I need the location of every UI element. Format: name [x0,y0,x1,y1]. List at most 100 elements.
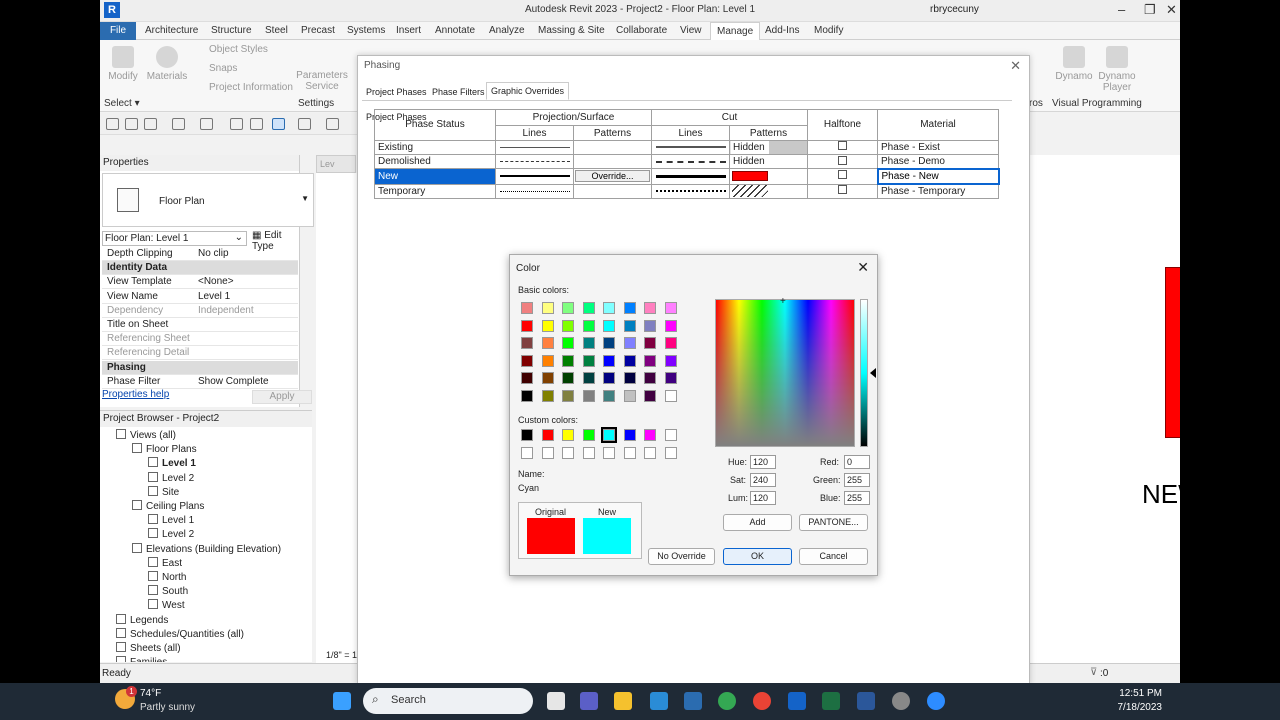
property-row[interactable]: Depth Clipping No clip [102,247,298,261]
basic-color-swatch[interactable] [664,354,677,367]
material-cell[interactable]: Phase - New [876,167,1000,186]
ok-button[interactable]: OK [723,548,792,565]
basic-color-swatch[interactable] [603,337,615,349]
dynamo-player-button[interactable]: Dynamo Player [1094,46,1140,93]
sat-field[interactable]: 240 [750,473,776,487]
spectrum-crosshair-icon[interactable]: + [780,296,786,307]
custom-color-swatch[interactable] [562,446,574,459]
settings-icon[interactable] [892,692,910,710]
user-name[interactable]: rbrycecuny [930,4,979,15]
custom-color-swatch[interactable] [521,446,533,459]
tab-annotate[interactable]: Annotate [435,25,475,36]
basic-color-swatch[interactable] [582,337,595,349]
basic-color-swatch[interactable] [603,372,615,384]
revit-taskbar-icon[interactable] [788,692,806,710]
basic-color-swatch[interactable] [541,337,554,349]
parameters-service-button[interactable]: Parameters Service [296,70,348,92]
basic-color-swatch[interactable] [541,354,554,367]
project-information-button[interactable]: Project Information [194,82,293,93]
restore-icon[interactable]: ❐ [1144,2,1156,18]
custom-color-swatch[interactable] [541,429,554,441]
cut-patterns-cell[interactable] [729,168,808,185]
basic-color-swatch[interactable] [644,372,656,384]
basic-color-swatch[interactable] [541,372,554,384]
properties-help-link[interactable]: Properties help [102,389,169,400]
property-value[interactable]: No clip [198,248,229,259]
custom-color-swatch[interactable] [541,446,554,459]
green-field[interactable]: 255 [844,473,870,487]
override-button[interactable]: Override... [575,170,650,183]
basic-color-swatch[interactable] [562,354,574,367]
taskbar-search[interactable]: ⌕ Search [363,688,533,714]
proj-patterns-cell[interactable] [573,139,652,155]
basic-color-swatch[interactable] [582,302,595,314]
tab-steel[interactable]: Steel [265,25,288,36]
halftone-cell[interactable] [807,168,878,185]
browser-tree-item[interactable]: Site [148,485,179,498]
custom-color-swatch[interactable] [644,429,656,441]
basic-color-swatch[interactable] [664,337,677,349]
mail-icon[interactable] [650,692,668,710]
cut-patterns-cell[interactable]: Hidden [729,153,808,170]
basic-color-swatch[interactable] [623,337,636,349]
dynamo-button[interactable]: Dynamo [1054,46,1094,82]
property-row[interactable]: Referencing Detail [102,346,298,361]
clock-date[interactable]: 7/18/2023 [1112,702,1163,713]
property-row[interactable]: View Template <None> [102,275,298,290]
tab-structure[interactable]: Structure [211,25,252,36]
basic-color-swatch[interactable] [521,337,533,349]
basic-color-swatch[interactable] [521,389,533,402]
property-group-header[interactable]: Phasing [102,360,298,375]
materials-button[interactable]: Materials [146,46,188,82]
custom-color-swatch[interactable] [582,429,595,441]
custom-color-swatch[interactable] [664,446,677,459]
basic-color-swatch[interactable] [603,319,615,332]
browser-tree-item[interactable]: Families [116,656,167,662]
luminance-arrow-icon[interactable] [870,368,876,378]
tab-add-ins[interactable]: Add-Ins [765,25,799,36]
custom-color-swatch[interactable] [582,446,595,459]
basic-color-swatch[interactable] [664,319,677,332]
start-icon[interactable] [333,692,351,710]
basic-color-swatch[interactable] [562,319,574,332]
browser-tree-item[interactable]: East [148,556,182,569]
print-icon[interactable] [230,118,243,130]
browser-tree-item[interactable]: Elevations (Building Elevation) [132,542,281,555]
material-cell[interactable]: Phase - Demo [877,153,999,170]
basic-color-swatch[interactable] [521,319,533,332]
weather-desc[interactable]: Partly sunny [140,702,195,713]
halftone-checkbox[interactable] [838,155,847,165]
tab-manage[interactable]: Manage [710,22,761,40]
basic-color-swatch[interactable] [644,337,656,349]
custom-color-swatch[interactable] [664,429,677,441]
basic-color-swatch[interactable] [603,389,615,402]
sync-icon[interactable] [144,118,157,130]
cut-patterns-cell[interactable]: Hidden [729,139,808,155]
basic-color-swatch[interactable] [644,354,656,367]
basic-color-swatch[interactable] [562,372,574,384]
apply-button[interactable]: Apply [252,390,312,404]
proj-patterns-cell[interactable] [573,153,652,170]
property-value[interactable]: Show Complete [198,376,269,387]
tab-collaborate[interactable]: Collaborate [616,25,667,36]
phase-row-temporary[interactable]: Temporary Phase - Temporary [374,183,999,200]
basic-color-swatch[interactable] [541,302,554,314]
cut-lines-cell[interactable] [651,153,730,170]
custom-color-swatch[interactable] [644,446,656,459]
basic-color-swatch[interactable] [623,389,636,402]
proj-lines-cell[interactable] [495,168,574,185]
close-icon[interactable]: ✕ [1166,2,1177,18]
basic-color-swatch[interactable] [582,354,595,367]
basic-color-swatch[interactable] [562,389,574,402]
proj-patterns-cell[interactable] [573,183,652,200]
tab-systems[interactable]: Systems [347,25,385,36]
proj-lines-cell[interactable] [495,139,574,155]
property-row[interactable]: Title on Sheet [102,318,298,332]
new-text-note[interactable]: NEW [1142,479,1180,510]
custom-color-swatch[interactable] [603,446,615,459]
tab-file[interactable]: File [100,22,136,40]
tab-view[interactable]: View [680,25,702,36]
basic-color-swatch[interactable] [664,372,677,384]
basic-color-swatch[interactable] [603,354,615,367]
basic-color-swatch[interactable] [562,337,574,349]
